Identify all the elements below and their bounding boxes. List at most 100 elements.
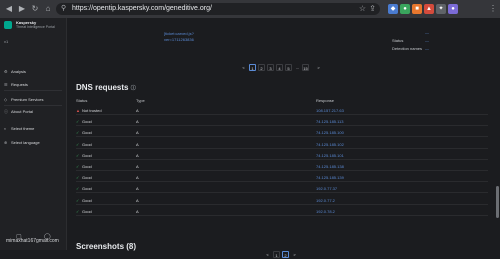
user-email[interactable]: mimaxhat167gmail.com (6, 238, 59, 244)
pager-top-page-3[interactable]: 3 (267, 64, 274, 71)
table-row: ✓ Good A 74.125.185.138 (76, 161, 488, 171)
status-cell: ✓ Good (76, 142, 92, 147)
analysis-icon: ⚙ (4, 69, 8, 74)
status-text: Good (82, 152, 92, 158)
status-cell: ▲ Not trusted (76, 108, 102, 113)
sidebar-item-label: Premium Services (11, 97, 44, 102)
file-path-link[interactable]: [ticket:carved.js? (164, 31, 194, 36)
pager-bottom-page-1[interactable]: 1 (273, 251, 280, 258)
url-text[interactable]: https://opentip.kaspersky.com/geneditive… (72, 5, 212, 12)
sidebar-divider (4, 105, 62, 106)
pager-bottom-next-button[interactable]: > (291, 251, 298, 258)
col-status[interactable]: Status (76, 98, 87, 103)
status-cell: ✓ Good (76, 209, 92, 214)
status-text: Good (82, 141, 92, 147)
sidebar-item-select-theme[interactable]: ◐ Select theme (4, 124, 64, 134)
dns-section-title: DNS requests ⓘ (76, 83, 136, 92)
about-icon: ⓘ (4, 109, 8, 114)
sidebar-item-analysis[interactable]: ⚙ Analysis (4, 67, 64, 77)
scrollbar-thumb[interactable] (496, 186, 499, 218)
status-cell: ✓ Good (76, 186, 92, 191)
table-row: ✓ Good A 74.125.185.113 (76, 116, 488, 127)
pager-top-next-button[interactable]: > (315, 64, 322, 71)
sidebar-item-label: Select theme (11, 126, 35, 131)
status-text: Good (82, 186, 92, 192)
pager-bottom-prev-button[interactable]: < (264, 251, 271, 258)
response-ip-link[interactable]: 74.125.185.102 (316, 142, 344, 147)
status-text: Good (82, 119, 92, 125)
sidebar-item-label: Requests (11, 82, 28, 87)
sidebar-item-label: Select language (11, 140, 40, 145)
ext-puzzle-icon[interactable]: ✦ (436, 4, 446, 14)
status-cell: ✓ Good (76, 164, 92, 169)
status-cell: ✓ Good (76, 153, 92, 158)
address-bar[interactable]: ⚲ https://opentip.kaspersky.com/genediti… (56, 3, 380, 15)
table-row: ✓ Good A 74.125.185.102 (76, 139, 488, 149)
forward-icon[interactable]: ▶ (17, 4, 27, 14)
row-divider (76, 125, 488, 127)
pager-top-prev-button[interactable]: < (240, 64, 247, 71)
status-text: Good (82, 197, 92, 203)
version-label: v1 (4, 39, 9, 44)
response-ip-link[interactable]: 74.125.185.100 (316, 130, 344, 135)
home-icon[interactable]: ⌂ (43, 4, 53, 14)
type-cell: A (136, 130, 139, 136)
ext-red-icon[interactable]: ▲ (424, 4, 434, 14)
status-cell: ✓ Good (76, 130, 92, 135)
response-ip-link[interactable]: 192.0.77.37 (316, 186, 337, 191)
info-icon[interactable]: ⓘ (131, 85, 136, 91)
ext-orange-icon[interactable]: ■ (412, 4, 422, 14)
pager-top-page-5[interactable]: 5 (285, 64, 292, 71)
share-icon[interactable]: ⇪ (369, 4, 376, 13)
row-divider (76, 170, 488, 171)
browser-toolbar: ◀ ▶ ↻ ⌂ ⚲ https://opentip.kaspersky.com/… (0, 0, 500, 18)
response-ip-link[interactable]: 192.0.78.2 (316, 209, 335, 214)
table-row: ✓ Good A 74.125.185.139 (76, 172, 488, 183)
table-row: ✓ Good A 192.0.78.2 (76, 206, 488, 216)
col-type[interactable]: Type (136, 98, 145, 103)
browser-menu-icon[interactable]: ⋮ (488, 4, 498, 14)
status-cell: ✓ Good (76, 198, 92, 203)
response-ip-link[interactable]: 74.125.185.138 (316, 164, 344, 169)
response-ip-link[interactable]: 192.0.77.2 (316, 198, 335, 203)
reload-icon[interactable]: ↻ (30, 4, 40, 14)
status-cell: ✓ Good (76, 175, 92, 180)
ext-blue-icon[interactable]: ◆ (388, 4, 398, 14)
file-version-link[interactable]: ver=1711263836 (164, 37, 194, 42)
table-row: ✓ Good A 74.125.185.101 (76, 150, 488, 160)
detection-names-value: — (425, 46, 429, 51)
back-icon[interactable]: ◀ (4, 4, 14, 14)
response-ip-link[interactable]: 74.125.185.113 (316, 119, 344, 124)
site-info-icon[interactable]: ⚲ (61, 4, 66, 12)
pager-top-page-4[interactable]: 4 (276, 64, 283, 71)
type-cell: A (136, 119, 139, 125)
row-divider (76, 214, 488, 216)
ext-green-icon[interactable]: ● (400, 4, 410, 14)
row-divider (76, 181, 488, 183)
row-divider (76, 136, 488, 138)
table-row: ▲ Not trusted A 108.157.217.63 (76, 105, 488, 115)
bookmark-star-icon[interactable]: ☆ (359, 4, 366, 13)
status-label: Status (392, 38, 404, 43)
pager-top-page-2[interactable]: 2 (258, 64, 265, 71)
pager-top-page-15[interactable]: 15 (302, 64, 309, 71)
profile-avatar-icon[interactable]: ● (448, 4, 458, 14)
sidebar-item-select-language[interactable]: ⊕ Select language (4, 138, 64, 148)
sidebar-item-about-portal[interactable]: ⓘ About Portal (4, 107, 64, 117)
table-row: ✓ Good A 74.125.185.100 (76, 127, 488, 138)
sidebar-item-label: About Portal (11, 109, 34, 114)
pager-bottom-page-2[interactable]: 2 (282, 251, 289, 258)
response-ip-link[interactable]: 108.157.217.63 (316, 108, 344, 113)
sidebar-item-requests[interactable]: ☰ Requests (4, 80, 64, 90)
language-icon: ⊕ (4, 140, 8, 145)
sidebar-item-premium-services[interactable]: ◇ Premium Services (4, 95, 64, 105)
kaspersky-logo-icon[interactable] (4, 21, 12, 29)
response-ip-link[interactable]: 74.125.185.101 (316, 153, 344, 158)
pager-top-page-1[interactable]: 1 (249, 64, 256, 71)
col-response[interactable]: Response (316, 98, 334, 103)
status-text: Good (82, 130, 92, 136)
status-text: Good (82, 175, 92, 181)
type-cell: A (136, 141, 139, 147)
sidebar: Kaspersky Threat Intelligence Portal v1 … (0, 18, 67, 250)
response-ip-link[interactable]: 74.125.185.139 (316, 175, 344, 180)
